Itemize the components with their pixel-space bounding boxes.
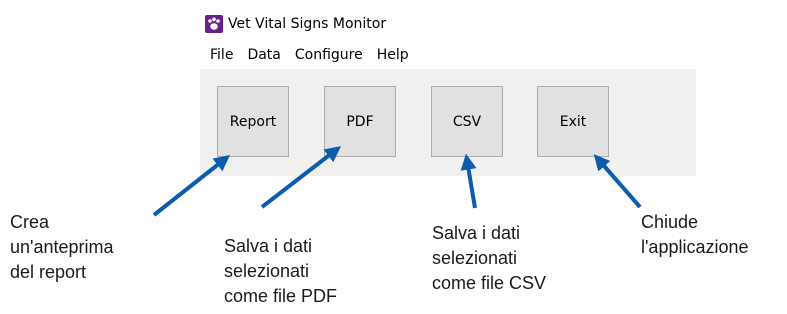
csv-callout-line: Salva i dati xyxy=(432,223,521,243)
report-button[interactable]: Report xyxy=(217,86,289,157)
menu-help[interactable]: Help xyxy=(377,47,409,63)
csv-callout-line: selezionati xyxy=(432,248,518,268)
menu-bar: File Data Configure Help xyxy=(200,40,696,69)
pdf-callout-line: Salva i dati xyxy=(224,236,313,256)
window-title: Vet Vital Signs Monitor xyxy=(228,16,387,32)
csv-button[interactable]: CSV xyxy=(431,86,503,157)
paw-icon xyxy=(205,15,223,33)
pdf-callout-line: selezionati xyxy=(224,261,310,281)
menu-file[interactable]: File xyxy=(210,47,233,63)
csv-callout-line: come file CSV xyxy=(432,273,547,293)
report-callout: Crea un'anteprima del report xyxy=(10,210,114,285)
csv-callout: Salva i dati selezionati come file CSV xyxy=(432,221,546,296)
exit-button[interactable]: Exit xyxy=(537,86,609,157)
pdf-button[interactable]: PDF xyxy=(324,86,396,157)
report-callout-line: un'anteprima xyxy=(10,237,114,257)
pdf-callout: Salva i dati selezionati come file PDF xyxy=(224,234,337,309)
app-window: Vet Vital Signs Monitor File Data Config… xyxy=(200,9,696,176)
title-bar: Vet Vital Signs Monitor xyxy=(200,9,696,40)
report-callout-line: del report xyxy=(10,262,87,282)
menu-configure[interactable]: Configure xyxy=(295,47,363,63)
exit-callout-line: Chiude xyxy=(641,212,699,232)
menu-data[interactable]: Data xyxy=(247,47,280,63)
exit-callout-line: l'applicazione xyxy=(641,237,749,257)
pdf-callout-line: come file PDF xyxy=(224,286,338,306)
exit-callout: Chiude l'applicazione xyxy=(641,210,749,260)
report-callout-line: Crea xyxy=(10,212,50,232)
